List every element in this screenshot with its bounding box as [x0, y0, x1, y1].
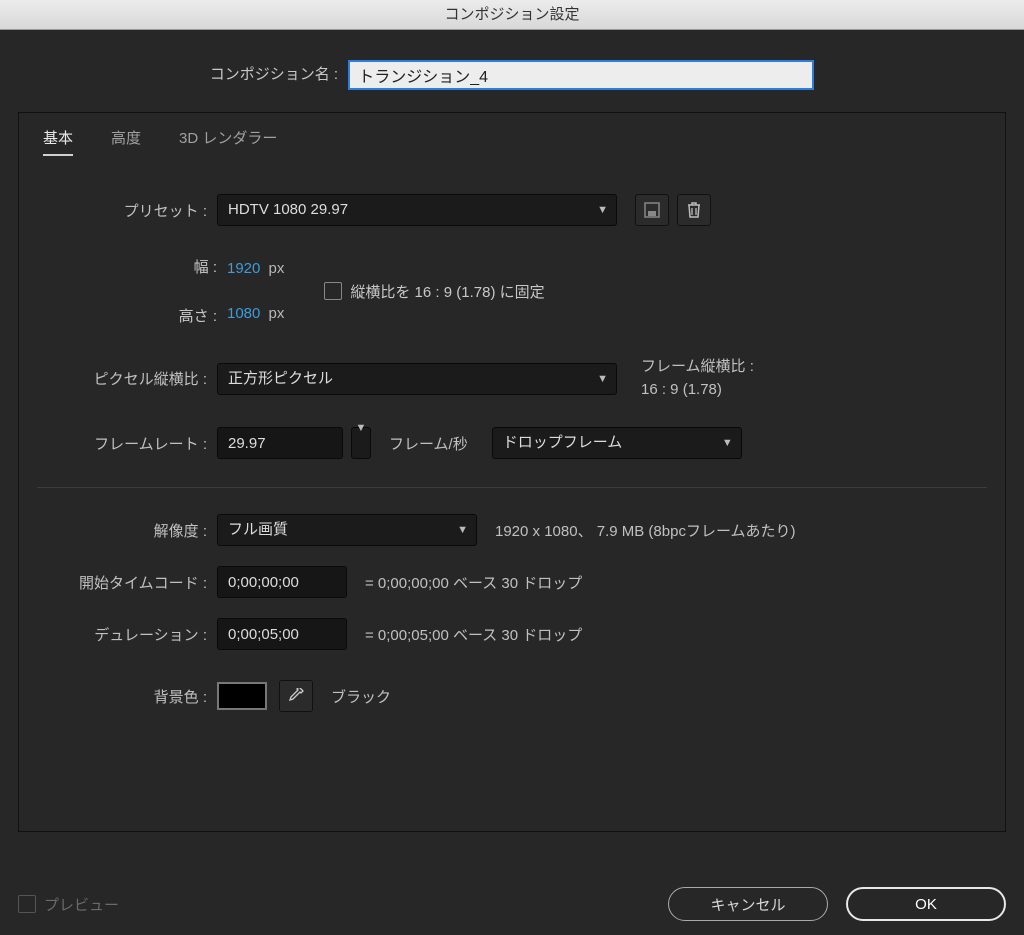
- tab-advanced[interactable]: 高度: [111, 127, 141, 156]
- width-value[interactable]: 1920: [227, 260, 260, 277]
- tab-panel: 基本 高度 3D レンダラー プリセット : HDTV 1080 29.97 ▼: [18, 112, 1006, 832]
- framerate-label: フレームレート :: [37, 433, 217, 454]
- bgcolor-name: ブラック: [331, 686, 391, 707]
- save-preset-button[interactable]: [635, 194, 669, 226]
- start-timecode-info: = 0;00;00;00 ベース 30 ドロップ: [365, 572, 582, 593]
- duration-input[interactable]: [217, 618, 347, 650]
- chevron-down-icon: ▼: [352, 413, 370, 443]
- preset-value: HDTV 1080 29.97: [228, 201, 348, 218]
- dialog-footer: プレビュー キャンセル OK: [18, 887, 1006, 921]
- start-timecode-input[interactable]: [217, 566, 347, 598]
- preset-label: プリセット :: [37, 200, 217, 221]
- fps-label: フレーム/秒: [389, 433, 468, 454]
- resolution-select[interactable]: フル画質 ▼: [217, 514, 477, 546]
- width-unit: px: [269, 260, 285, 277]
- lock-aspect-checkbox[interactable]: [324, 282, 342, 300]
- pixel-aspect-value: 正方形ピクセル: [228, 370, 333, 387]
- composition-name-input[interactable]: [348, 60, 814, 90]
- chevron-down-icon: ▼: [722, 428, 733, 458]
- duration-label: デュレーション :: [37, 624, 217, 645]
- bgcolor-swatch[interactable]: [217, 682, 267, 710]
- preview-checkbox[interactable]: [18, 895, 36, 913]
- tab-bar: 基本 高度 3D レンダラー: [37, 113, 987, 164]
- chevron-down-icon: ▼: [597, 195, 608, 225]
- dropframe-value: ドロップフレーム: [503, 434, 623, 451]
- duration-info: = 0;00;05;00 ベース 30 ドロップ: [365, 624, 582, 645]
- trash-icon: [687, 202, 701, 218]
- pixel-aspect-label: ピクセル縦横比 :: [37, 368, 217, 389]
- tab-3d-renderer[interactable]: 3D レンダラー: [179, 127, 277, 156]
- chevron-down-icon: ▼: [457, 515, 468, 545]
- dialog-titlebar: コンポジション設定: [0, 0, 1024, 30]
- preset-select[interactable]: HDTV 1080 29.97 ▼: [217, 194, 617, 226]
- tab-basic[interactable]: 基本: [43, 127, 73, 156]
- framerate-stepper[interactable]: ▼: [351, 427, 371, 459]
- cancel-button[interactable]: キャンセル: [668, 887, 828, 921]
- ok-button[interactable]: OK: [846, 887, 1006, 921]
- height-value[interactable]: 1080: [227, 305, 260, 322]
- composition-name-row: コンポジション名 :: [18, 60, 1006, 90]
- bgcolor-label: 背景色 :: [37, 686, 217, 707]
- pixel-aspect-select[interactable]: 正方形ピクセル ▼: [217, 363, 617, 395]
- divider: [37, 487, 987, 488]
- dropframe-select[interactable]: ドロップフレーム ▼: [492, 427, 742, 459]
- framerate-input[interactable]: [217, 427, 343, 459]
- eyedropper-icon: [288, 688, 304, 704]
- delete-preset-button[interactable]: [677, 194, 711, 226]
- resolution-info: 1920 x 1080、 7.9 MB (8bpcフレームあたり): [495, 520, 796, 541]
- save-icon: [644, 202, 660, 218]
- lock-aspect-label: 縦横比を 16 : 9 (1.78) に固定: [350, 281, 544, 302]
- width-label: 幅 :: [194, 256, 217, 277]
- frame-aspect-info: フレーム縦横比 : 16 : 9 (1.78): [641, 356, 754, 401]
- resolution-value: フル画質: [228, 521, 288, 538]
- composition-name-label: コンポジション名 :: [210, 66, 338, 83]
- resolution-label: 解像度 :: [37, 520, 217, 541]
- eyedropper-button[interactable]: [279, 680, 313, 712]
- preview-label: プレビュー: [44, 894, 119, 915]
- start-timecode-label: 開始タイムコード :: [37, 572, 217, 593]
- chevron-down-icon: ▼: [597, 364, 608, 394]
- height-unit: px: [269, 305, 285, 322]
- height-label: 高さ :: [179, 305, 217, 326]
